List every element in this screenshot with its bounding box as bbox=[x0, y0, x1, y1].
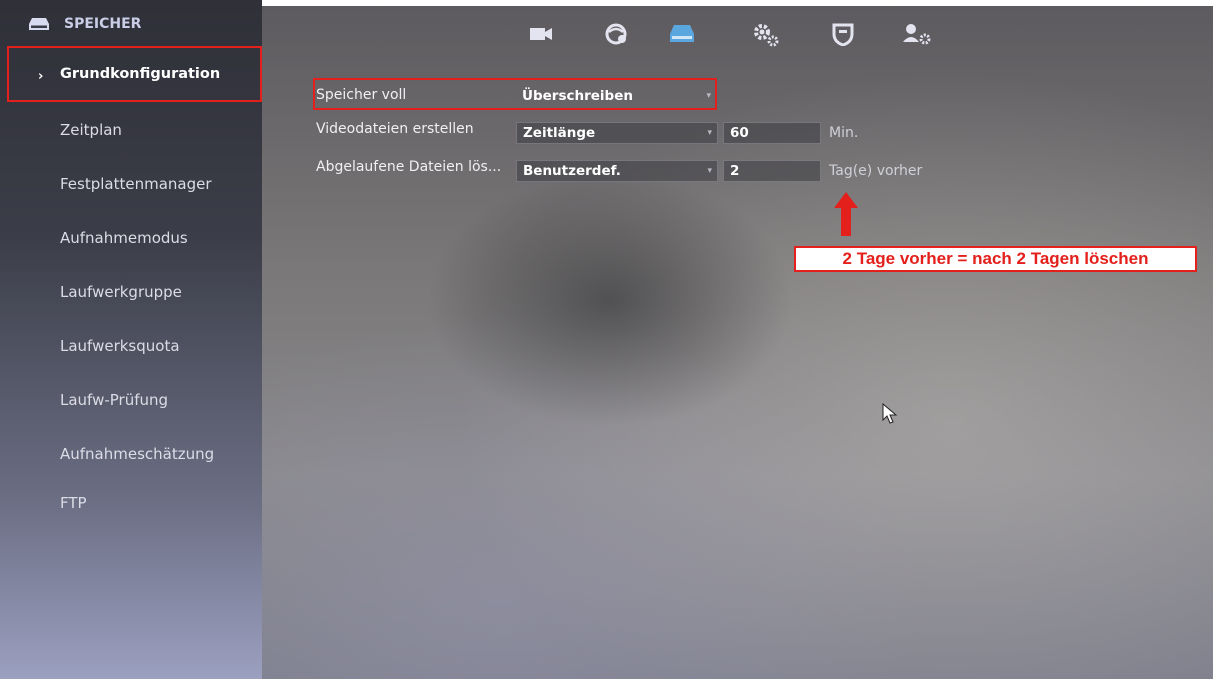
unit-minuten: Min. bbox=[829, 125, 859, 141]
highlight-box-grundkonfiguration bbox=[7, 46, 262, 102]
sidebar-item-festplattenmanager[interactable]: Festplattenmanager bbox=[60, 175, 212, 193]
input-dateilaenge[interactable]: 60 bbox=[723, 122, 821, 144]
account-icon[interactable] bbox=[902, 22, 932, 48]
highlight-box-speicher-voll bbox=[313, 78, 717, 110]
select-abgelaufene-dateien[interactable]: Benutzerdef. ▾ bbox=[516, 160, 718, 182]
annotation-callout: 2 Tage vorher = nach 2 Tagen löschen bbox=[794, 246, 1197, 272]
chevron-down-icon: ▾ bbox=[707, 166, 712, 176]
annotation-arrow-icon bbox=[832, 192, 860, 236]
unit-tage-vorher: Tag(e) vorher bbox=[829, 163, 923, 179]
input-tage-vorher[interactable]: 2 bbox=[723, 160, 821, 182]
label-abgelaufene-dateien: Abgelaufene Dateien lös... bbox=[316, 159, 502, 175]
camera-icon[interactable] bbox=[528, 22, 554, 48]
sidebar-item-laufwerkgruppe[interactable]: Laufwerkgruppe bbox=[60, 283, 182, 301]
mouse-cursor-icon bbox=[882, 402, 898, 425]
sidebar-item-laufwerksquota[interactable]: Laufwerksquota bbox=[60, 337, 180, 355]
select-videodateien-erstellen-value: Zeitlänge bbox=[523, 125, 596, 141]
storage-icon[interactable] bbox=[668, 22, 696, 48]
sidebar-header: SPEICHER bbox=[28, 12, 141, 36]
select-videodateien-erstellen[interactable]: Zeitlänge ▾ bbox=[516, 122, 718, 144]
label-videodateien-erstellen: Videodateien erstellen bbox=[316, 121, 474, 137]
sidebar-item-zeitplan[interactable]: Zeitplan bbox=[60, 121, 122, 139]
security-shield-icon[interactable] bbox=[831, 22, 855, 48]
chevron-down-icon: ▾ bbox=[707, 128, 712, 138]
sidebar-item-aufnahmeschaetzung[interactable]: Aufnahmeschätzung bbox=[60, 445, 214, 463]
sidebar-item-laufw-pruefung[interactable]: Laufw-Prüfung bbox=[60, 391, 168, 409]
network-icon[interactable] bbox=[604, 22, 630, 48]
sidebar-item-aufnahmemodus[interactable]: Aufnahmemodus bbox=[60, 229, 188, 247]
select-abgelaufene-dateien-value: Benutzerdef. bbox=[523, 163, 621, 179]
hard-disk-icon bbox=[28, 17, 50, 31]
sidebar-item-ftp[interactable]: FTP bbox=[60, 494, 87, 512]
system-settings-icon[interactable] bbox=[752, 22, 780, 48]
sidebar-title: SPEICHER bbox=[64, 16, 142, 32]
